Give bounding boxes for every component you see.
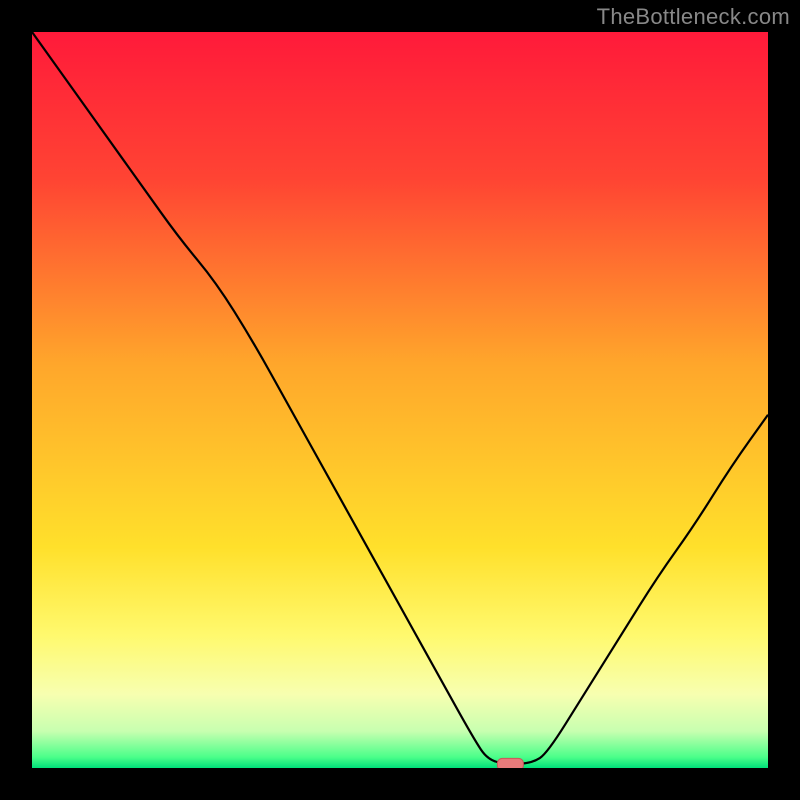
optimal-marker [497, 758, 523, 768]
plot-area [32, 32, 768, 768]
watermark-label: TheBottleneck.com [597, 4, 790, 30]
chart-svg [32, 32, 768, 768]
chart-container: TheBottleneck.com [0, 0, 800, 800]
background-gradient [32, 32, 768, 768]
